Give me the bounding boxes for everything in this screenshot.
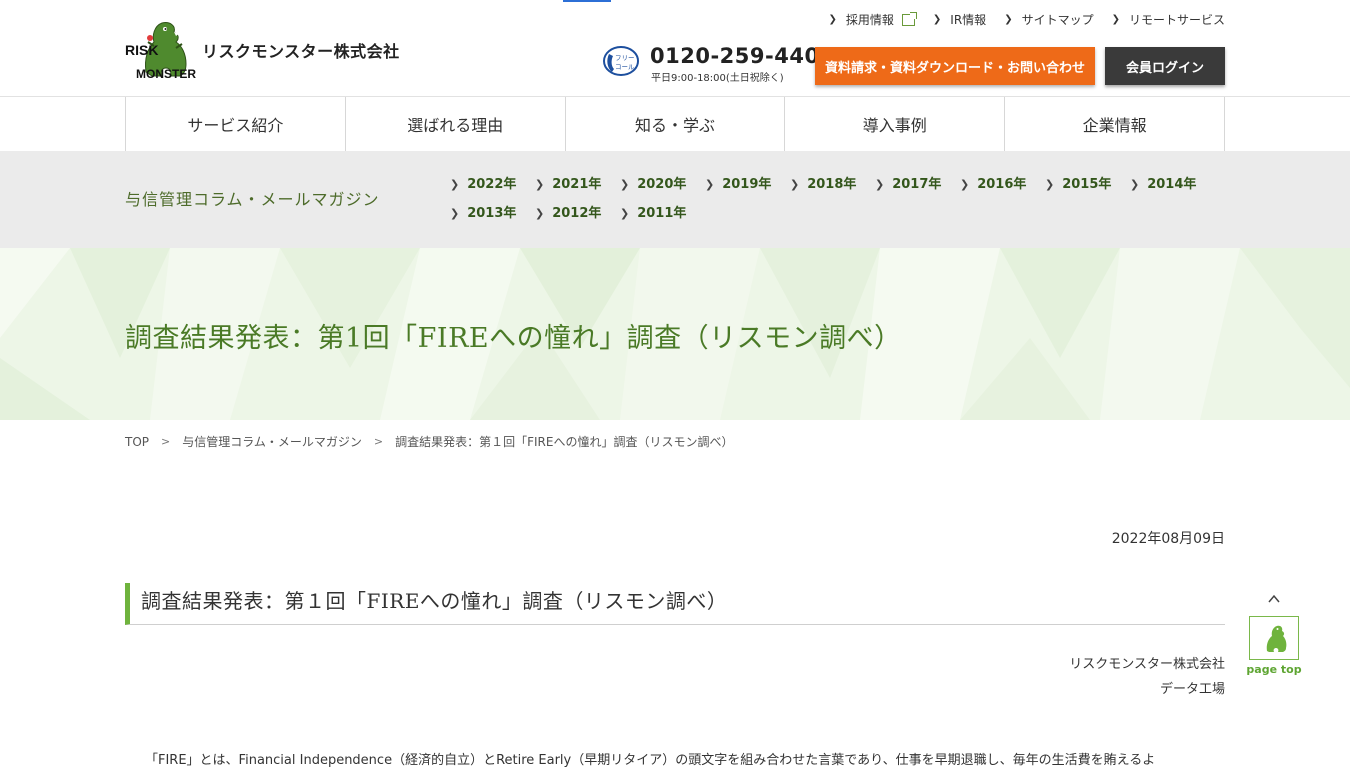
util-link-recruit[interactable]: ❯ 採用情報 [828, 11, 917, 28]
freecall-icon: フリー コール [603, 46, 639, 76]
svg-text:RISK: RISK [125, 42, 158, 58]
chevron-right-icon: > [161, 435, 171, 448]
year-link-label: 2021年 [552, 177, 602, 192]
article-heading-text: 調査結果発表：第１回「FIREへの憧れ」調査（リスモン調べ） [141, 589, 728, 613]
author-department: データ工場 [1159, 682, 1225, 697]
util-link-ir[interactable]: ❯ IR情報 [933, 11, 986, 28]
util-link-sitemap[interactable]: ❯ サイトマップ [1004, 11, 1093, 28]
year-link-label: 2016年 [977, 177, 1027, 192]
site-logo[interactable]: RISK MONSTER リスクモンスター株式会社 [124, 18, 414, 82]
chevron-right-icon: ❯ [828, 14, 837, 25]
year-link-label: 2017年 [892, 177, 942, 192]
chevron-right-icon: ❯ [705, 178, 715, 191]
year-link-2018[interactable]: ❯ 2018年 [790, 173, 875, 192]
column-category-title[interactable]: 与信管理コラム・メールマガジン [125, 186, 380, 210]
breadcrumb-current: 調査結果発表：第１回「FIREへの憧れ」調査（リスモン調べ） [395, 435, 734, 449]
year-link-label: 2019年 [722, 177, 772, 192]
logo-company-name: リスクモンスター株式会社 [202, 42, 400, 61]
request-contact-button[interactable]: 資料請求・資料ダウンロード・お問い合わせ [815, 47, 1095, 85]
phone-number[interactable]: 0120-259-440 [650, 44, 820, 68]
utility-links: ❯ 採用情報 ❯ IR情報 ❯ サイトマップ ❯ リモートサービス [828, 11, 1225, 28]
chevron-right-icon: ❯ [790, 178, 800, 191]
column-category-bar: 与信管理コラム・メールマガジン ❯ 2022年 ❯ 2021年 ❯ 2020年 ❯ 20… [0, 151, 1350, 248]
breadcrumb: TOP > 与信管理コラム・メールマガジン > 調査結果発表：第１回「FIREへ… [125, 433, 733, 450]
util-link-label: 採用情報 [845, 13, 894, 27]
year-link-2013[interactable]: ❯ 2013年 [450, 202, 535, 221]
article-body-text: 「FIRE」とは、Financial Independence（経済的自立）とR… [145, 753, 1156, 768]
year-link-label: 2013年 [467, 206, 517, 221]
page-top-button[interactable]: page top [1246, 592, 1302, 682]
chevron-right-icon: > [373, 435, 384, 448]
year-link-2011[interactable]: ❯ 2011年 [620, 202, 705, 221]
svg-text:フリー: フリー [615, 54, 635, 62]
site-header: RISK MONSTER リスクモンスター株式会社 ❯ 採用情報 ❯ IR情報 … [0, 0, 1350, 96]
year-link-label: 2012年 [552, 206, 602, 221]
mascot-icon [1266, 625, 1287, 652]
util-link-label: IR情報 [950, 13, 987, 27]
page-hero: 調査結果発表：第1回「FIREへの憧れ」調査（リスモン調べ） [0, 248, 1350, 420]
chevron-up-icon [1268, 594, 1280, 603]
chevron-right-icon: ❯ [960, 178, 970, 191]
chevron-right-icon: ❯ [450, 178, 460, 191]
chevron-right-icon: ❯ [620, 178, 630, 191]
gnav-item-services[interactable]: サービス紹介 [126, 97, 346, 151]
top-accent-bar [563, 0, 611, 2]
phone-hours: 平日9:00-18:00(土日祝除く) [651, 73, 784, 84]
year-link-label: 2018年 [807, 177, 857, 192]
chevron-right-icon: ❯ [450, 207, 460, 220]
year-link-label: 2015年 [1062, 177, 1112, 192]
breadcrumb-top[interactable]: TOP [125, 435, 149, 449]
chevron-right-icon: ❯ [875, 178, 885, 191]
page-title: 調査結果発表：第1回「FIREへの憧れ」調査（リスモン調べ） [125, 323, 902, 354]
year-link-label: 2022年 [467, 177, 517, 192]
year-link-label: 2020年 [637, 177, 687, 192]
page-top-label: page top [1246, 663, 1302, 676]
chevron-right-icon: ❯ [1111, 14, 1120, 25]
global-nav: サービス紹介 選ばれる理由 知る・学ぶ 導入事例 企業情報 [0, 96, 1350, 151]
chevron-right-icon: ❯ [1130, 178, 1140, 191]
util-link-label: リモートサービス [1128, 13, 1225, 27]
chevron-right-icon: ❯ [620, 207, 630, 220]
gnav-item-company[interactable]: 企業情報 [1005, 97, 1225, 151]
util-link-label: サイトマップ [1021, 13, 1094, 27]
chevron-right-icon: ❯ [1045, 178, 1055, 191]
year-link-2020[interactable]: ❯ 2020年 [620, 173, 705, 192]
external-link-icon [901, 11, 917, 26]
year-archive-links: ❯ 2022年 ❯ 2021年 ❯ 2020年 ❯ 2019年 ❯ 2018年 ❯ 2017… [450, 173, 1250, 221]
chevron-right-icon: ❯ [1004, 14, 1013, 25]
year-link-2016[interactable]: ❯ 2016年 [960, 173, 1045, 192]
year-link-label: 2014年 [1147, 177, 1197, 192]
year-link-2015[interactable]: ❯ 2015年 [1045, 173, 1130, 192]
article-date: 2022年08月09日 [1111, 531, 1225, 547]
svg-text:コール: コール [615, 63, 635, 71]
risk-monster-mascot-icon: RISK MONSTER [125, 22, 196, 80]
breadcrumb-column[interactable]: 与信管理コラム・メールマガジン [182, 433, 362, 450]
chevron-right-icon: ❯ [535, 178, 545, 191]
gnav-item-learn[interactable]: 知る・学ぶ [566, 97, 786, 151]
chevron-right-icon: ❯ [932, 14, 942, 25]
year-link-2017[interactable]: ❯ 2017年 [875, 173, 960, 192]
svg-text:MONSTER: MONSTER [136, 67, 196, 80]
year-link-2022[interactable]: ❯ 2022年 [450, 173, 535, 192]
page-top-box [1249, 616, 1299, 660]
article-heading: 調査結果発表：第１回「FIREへの憧れ」調査（リスモン調べ） [125, 583, 1225, 625]
chevron-right-icon: ❯ [535, 207, 545, 220]
year-link-2019[interactable]: ❯ 2019年 [705, 173, 790, 192]
gnav-item-reasons[interactable]: 選ばれる理由 [346, 97, 566, 151]
author-company: リスクモンスター株式会社 [1069, 657, 1225, 672]
year-link-2014[interactable]: ❯ 2014年 [1130, 173, 1215, 192]
member-login-button[interactable]: 会員ログイン [1105, 47, 1225, 85]
util-link-remote[interactable]: ❯ リモートサービス [1112, 11, 1225, 28]
gnav-item-cases[interactable]: 導入事例 [785, 97, 1006, 151]
year-link-label: 2011年 [637, 206, 687, 221]
year-link-2012[interactable]: ❯ 2012年 [535, 202, 620, 221]
year-link-2021[interactable]: ❯ 2021年 [535, 173, 620, 192]
